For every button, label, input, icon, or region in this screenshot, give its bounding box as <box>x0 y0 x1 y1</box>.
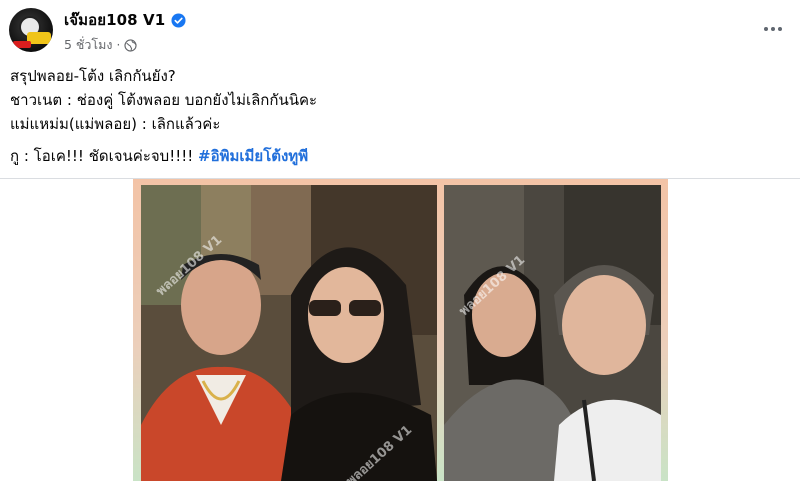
post-body-text: สรุปพลอย-โต้ง เลิกกันยัง? ชาวเนต : ช่องค… <box>10 64 790 168</box>
post-meta-row: 5 ชั่วโมง · <box>64 36 137 54</box>
page-name-row: เจ๊มอย108 V1 <box>64 9 186 31</box>
hashtag-link[interactable]: #อิพิมเมียโต้งทูพี <box>198 147 308 165</box>
photo-right: พลอย108 V1 <box>444 185 661 481</box>
post-line: สรุปพลอย-โต้ง เลิกกันยัง? <box>10 67 176 85</box>
avatar-ribbon-graphic <box>13 41 31 48</box>
post-line-with-hashtag: กู : โอเค!!! ชัดเจนค่ะจบ!!!! #อิพิมเมียโ… <box>10 144 790 168</box>
more-options-icon-dot <box>778 27 782 31</box>
post-line: ชาวเนต : ช่องคู่ โต้งพลอย บอกยังไม่เลิกก… <box>10 91 318 109</box>
verified-badge-icon <box>171 12 186 28</box>
post-image[interactable]: พลอย108 V1 พลอย108 V1 พลอย108 V1 <box>133 179 668 481</box>
page-avatar[interactable] <box>9 8 53 52</box>
page-name[interactable]: เจ๊มอย108 V1 <box>64 8 165 32</box>
meta-separator: · <box>116 38 121 52</box>
post-timestamp[interactable]: 5 ชั่วโมง <box>64 35 113 55</box>
more-options-button[interactable] <box>758 17 788 41</box>
globe-icon[interactable] <box>124 38 137 52</box>
photo-right-illustration <box>444 185 661 481</box>
more-options-icon <box>764 27 768 31</box>
post-line-text: กู : โอเค!!! ชัดเจนค่ะจบ!!!! <box>10 147 199 165</box>
post-header: เจ๊มอย108 V1 5 ชั่วโมง · <box>0 0 800 62</box>
photo-left: พลอย108 V1 พลอย108 V1 <box>141 185 437 481</box>
post-line: แม่แหม่ม(แม่พลอย) : เลิกแล้วค่ะ <box>10 115 221 133</box>
more-options-icon-dot <box>771 27 775 31</box>
